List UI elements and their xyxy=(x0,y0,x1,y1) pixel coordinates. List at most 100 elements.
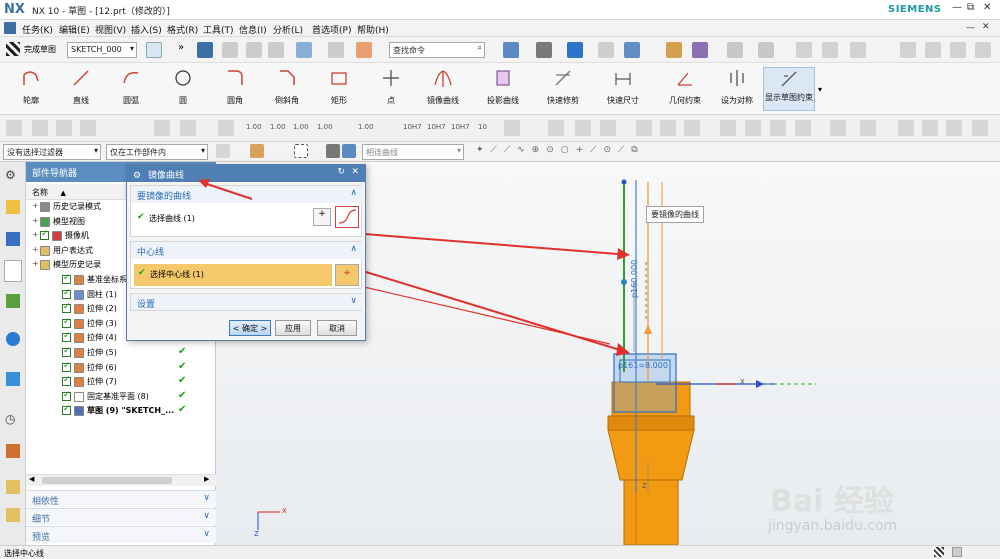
expand-icon[interactable]: + xyxy=(32,216,39,225)
scroll-thumb[interactable] xyxy=(42,477,172,484)
vertical-dimension[interactable]: p160.000 xyxy=(630,260,639,298)
apply-button[interactable]: 应用 xyxy=(275,320,311,336)
delete-icon[interactable] xyxy=(268,42,284,58)
scope-filter-select[interactable]: 仅在工作部件内 ▾ xyxy=(106,144,208,160)
arc-button[interactable]: 圆弧 xyxy=(108,67,154,111)
ok-button[interactable]: < 确定 > xyxy=(229,320,271,336)
profile-button[interactable]: 轮廓 xyxy=(8,67,54,111)
scroll-left-icon[interactable]: ◀ xyxy=(29,475,34,483)
tb3-icon-8[interactable] xyxy=(504,120,520,136)
wave-icon[interactable] xyxy=(850,42,866,58)
quick-trim-button[interactable]: 快速修剪 xyxy=(538,67,588,111)
tb3-icon-1[interactable] xyxy=(6,120,22,136)
menu-insert[interactable]: 插入(S) xyxy=(131,23,162,36)
crosshair-icon[interactable]: ⌖ xyxy=(335,264,359,286)
command-search-input[interactable]: 查找命令 ⌕ xyxy=(389,42,485,58)
view-orient-icon[interactable] xyxy=(598,42,614,58)
copy-icon[interactable] xyxy=(246,42,262,58)
web-browser-icon[interactable] xyxy=(6,332,20,346)
tool-icon-4[interactable] xyxy=(975,42,991,58)
make-symmetric-button[interactable]: 设为对称 xyxy=(714,67,760,111)
tree-row[interactable]: 草图 (9) "SKETCH_...✔ xyxy=(26,404,216,419)
point-button[interactable]: 点 xyxy=(368,67,414,111)
section-centerline-header[interactable]: 中心线 ∧ xyxy=(131,242,363,259)
tb3-icon-14[interactable] xyxy=(684,120,700,136)
tb3-icon-13[interactable] xyxy=(660,120,676,136)
dim-value-3[interactable]: 1.00 xyxy=(293,123,309,131)
ribbon-more-icon[interactable]: ▾ xyxy=(818,85,822,94)
select-curve-button[interactable] xyxy=(335,206,359,228)
fillet-button[interactable]: 圆角 xyxy=(212,67,258,111)
tb3-icon-24[interactable] xyxy=(972,120,988,136)
filter-icon-4[interactable] xyxy=(326,144,340,158)
tb3-icon-23[interactable] xyxy=(946,120,962,136)
tree-row[interactable]: 固定基准平面 (8) ✔ xyxy=(26,390,216,405)
expand-icon[interactable]: + xyxy=(32,259,39,268)
part-shank[interactable] xyxy=(623,479,679,545)
snap-point-icons[interactable]: ✦⟋⟋∿⊕⊙○+⟋⊙⟋⧉ xyxy=(476,145,645,155)
render-style-icon[interactable] xyxy=(536,42,552,58)
menu-task[interactable]: 任务(K) xyxy=(22,23,53,36)
visibility-checkbox[interactable] xyxy=(62,317,71,328)
tb3-icon-6[interactable] xyxy=(180,120,196,136)
tb3-icon-22[interactable] xyxy=(922,120,938,136)
constraint-nav-icon[interactable] xyxy=(6,232,20,246)
tree-row[interactable]: 拉伸 (7) ✔ xyxy=(26,375,216,390)
finish-sketch-label[interactable]: 完成草图 xyxy=(24,44,56,55)
show-sketch-constraints-button[interactable]: 显示草图约束 xyxy=(763,67,815,111)
undo-icon[interactable] xyxy=(296,42,312,58)
dialog-gear-icon[interactable]: ⚙ xyxy=(133,171,141,181)
rectangle-button[interactable]: 矩形 xyxy=(316,67,362,111)
accordion-details[interactable]: 细节 ∨ xyxy=(26,508,216,525)
part-nav-icon[interactable] xyxy=(4,260,22,282)
expand-icon[interactable]: + xyxy=(32,201,39,210)
tool-icon-3[interactable] xyxy=(950,42,966,58)
visibility-checkbox[interactable] xyxy=(62,288,71,299)
menu-analysis[interactable]: 分析(L) xyxy=(273,23,303,36)
dim-value-7[interactable]: 10H7 xyxy=(427,123,446,131)
tb3-icon-11[interactable] xyxy=(600,120,616,136)
menu-edit[interactable]: 编辑(E) xyxy=(59,23,90,36)
close-window-button[interactable]: ✕ xyxy=(983,2,991,13)
visibility-checkbox[interactable] xyxy=(62,273,71,284)
snap-icon[interactable] xyxy=(666,42,682,58)
tb3-icon-17[interactable] xyxy=(770,120,786,136)
tb3-icon-20[interactable] xyxy=(860,120,876,136)
dim-value-4[interactable]: 1.00 xyxy=(317,123,333,131)
selection-icon[interactable] xyxy=(692,42,708,58)
tb3-icon-12[interactable] xyxy=(636,120,652,136)
cancel-button[interactable]: 取消 xyxy=(317,320,357,336)
reuse-library-icon[interactable] xyxy=(6,294,20,308)
visibility-checkbox[interactable] xyxy=(40,229,49,241)
save-icon[interactable] xyxy=(197,42,213,58)
part-taper[interactable] xyxy=(607,429,695,481)
tb3-icon-5[interactable] xyxy=(154,120,170,136)
horizontal-dimension[interactable]: p161=8.000 xyxy=(618,361,668,370)
tree-row[interactable]: 拉伸 (6) ✔ xyxy=(26,361,216,376)
expand-icon[interactable]: + xyxy=(32,230,39,239)
section-settings-header[interactable]: 设置 ∨ xyxy=(131,294,363,310)
add-curve-button[interactable]: + xyxy=(313,208,331,226)
dim-value-6[interactable]: 10H7 xyxy=(403,123,422,131)
type-filter-select[interactable]: 没有选择过滤器 ▾ xyxy=(3,144,101,160)
sketch-name-select[interactable]: SKETCH_000 ▾ xyxy=(67,42,137,58)
select-curve-label[interactable]: 选择曲线 (1) xyxy=(149,213,195,224)
reset-icon[interactable]: ↻ xyxy=(337,167,345,177)
curve-rule-select[interactable]: 相连曲线 ▾ xyxy=(362,144,464,160)
chamfer-button[interactable]: 倒斜角 xyxy=(264,67,310,111)
menu-info[interactable]: 信息(I) xyxy=(239,23,267,36)
visibility-checkbox[interactable] xyxy=(62,331,71,343)
sketch-orient-icon[interactable] xyxy=(146,42,162,58)
project-curve-button[interactable]: 投影曲线 xyxy=(478,67,528,111)
tb3-icon-3[interactable] xyxy=(56,120,72,136)
visibility-checkbox[interactable] xyxy=(62,302,71,314)
tb3-icon-16[interactable] xyxy=(745,120,761,136)
menu-view[interactable]: 视图(V) xyxy=(95,23,126,36)
filter-icon-1[interactable] xyxy=(216,144,230,158)
command-finder-icon[interactable] xyxy=(356,42,372,58)
dim-value-1[interactable]: 1.00 xyxy=(246,123,262,131)
circle-button[interactable]: 圆 xyxy=(160,67,206,111)
move-icon[interactable] xyxy=(822,42,838,58)
tool-icon-2[interactable] xyxy=(925,42,941,58)
tool-icon-1[interactable] xyxy=(900,42,916,58)
